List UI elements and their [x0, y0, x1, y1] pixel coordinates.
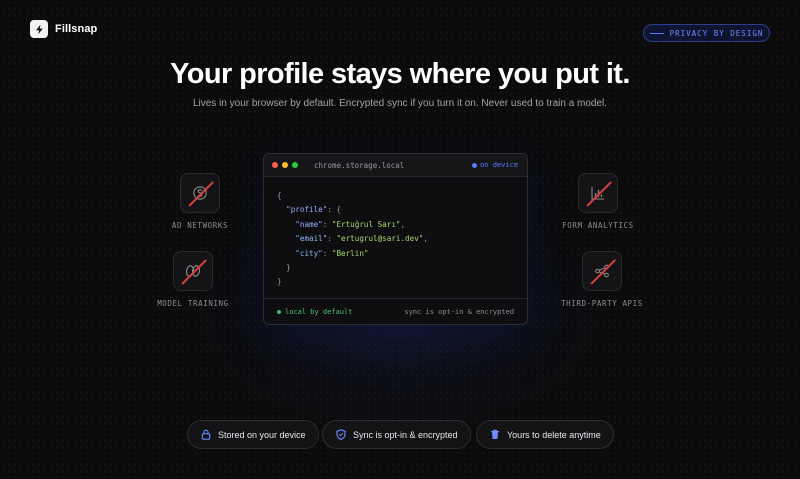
code-line: }: [277, 277, 282, 287]
blocked-label: MODEL TRAINING: [157, 299, 229, 308]
code-line: "name": "Ertuğrul Sarı",: [295, 219, 406, 229]
pill-stored-on-device: Stored on your device: [187, 420, 319, 449]
pill-sync-encrypted: Sync is opt-in & encrypted: [322, 420, 471, 449]
trash-icon: [489, 429, 500, 440]
bar-chart-icon: [578, 173, 618, 213]
blocked-model-training: MODEL TRAINING: [133, 251, 253, 308]
page-title: Your profile stays where you put it.: [170, 58, 630, 90]
blocked-label: FORM ANALYTICS: [562, 221, 634, 230]
pill-label: Sync is opt-in & encrypted: [353, 429, 458, 440]
code-window-titlebar: chrome.storage.local on device: [264, 154, 527, 177]
badge-dash-icon: [649, 32, 664, 34]
code-window-footer: local by default sync is opt-in & encryp…: [264, 298, 527, 324]
on-device-label: on device: [480, 161, 518, 169]
close-dot-icon[interactable]: [272, 162, 278, 168]
code-body: { "profile": { "name": "Ertuğrul Sarı", …: [264, 177, 527, 298]
infinity-loop-icon: [173, 251, 213, 291]
sync-note: sync is opt-in & encrypted: [404, 308, 514, 316]
maximize-dot-icon[interactable]: [292, 162, 298, 168]
dollar-coin-icon: [180, 173, 220, 213]
privacy-badge-label: PRIVACY BY DESIGN: [669, 28, 764, 38]
code-filename: chrome.storage.local: [314, 160, 405, 170]
blocked-ad-networks: AD NETWORKS: [140, 173, 260, 230]
brand-name: Fillsnap: [55, 23, 98, 35]
code-line: "email": "ertugrul@sari.dev",: [295, 234, 428, 244]
shield-icon: [335, 429, 346, 440]
code-line: "profile": {: [286, 205, 342, 215]
code-line: }: [286, 263, 291, 273]
blocked-label: THIRD-PARTY APIS: [561, 299, 643, 308]
status-dot-icon: [472, 162, 478, 168]
blocked-label: AD NETWORKS: [171, 221, 229, 230]
lightning-logo-icon: [30, 20, 48, 38]
local-status-label: local by default: [285, 308, 353, 316]
blocked-third-party-apis: THIRD-PARTY APIS: [542, 251, 662, 308]
status-dot-icon: [277, 310, 281, 314]
on-device-status: on device: [472, 161, 518, 169]
pill-label: Stored on your device: [218, 429, 306, 440]
page-subtitle: Lives in your browser by default. Encryp…: [192, 98, 608, 109]
network-nodes-icon: [582, 251, 622, 291]
brand[interactable]: Fillsnap: [30, 20, 97, 38]
lock-icon: [200, 429, 211, 440]
local-status: local by default: [277, 308, 352, 316]
pill-delete-anytime: Yours to delete anytime: [476, 420, 614, 449]
privacy-badge: PRIVACY BY DESIGN: [643, 24, 770, 42]
minimize-dot-icon[interactable]: [282, 162, 288, 168]
pill-label: Yours to delete anytime: [507, 429, 601, 440]
code-line: "city": "Berlin": [295, 248, 369, 258]
code-line: {: [277, 191, 282, 200]
storage-code-window: chrome.storage.local on device { "profil…: [263, 153, 528, 325]
blocked-form-analytics: FORM ANALYTICS: [538, 173, 658, 230]
